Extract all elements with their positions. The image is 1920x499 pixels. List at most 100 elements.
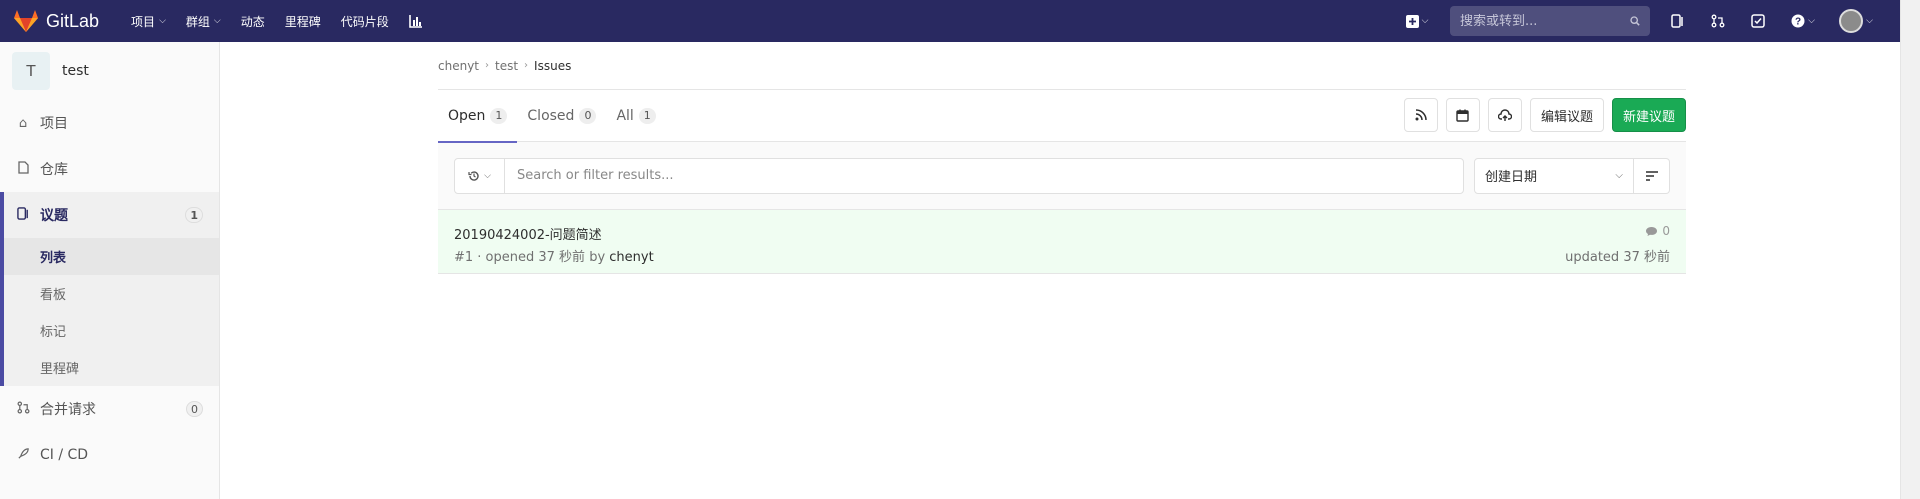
sort-lowest-icon [1645, 170, 1658, 181]
issue-row[interactable]: 20190424002-问题简述 #1 · opened 37 秒前 by ch… [438, 210, 1686, 274]
nav-milestones-label: 里程碑 [284, 14, 321, 29]
tab-all[interactable]: All 1 [606, 90, 665, 142]
edit-issues-button[interactable]: 编辑议题 [1529, 98, 1604, 132]
project-name: test [62, 63, 89, 79]
sort-label: 创建日期 [1485, 170, 1538, 185]
sidebar-subitem-boards[interactable]: 看板 [4, 275, 219, 312]
tab-count-badge: 0 [579, 107, 597, 124]
issue-title[interactable]: 20190424002-问题简述 [454, 224, 602, 243]
cloud-upload-icon [1497, 108, 1512, 121]
nav-activity[interactable]: 动态 [231, 0, 275, 42]
sort-dropdown[interactable]: 创建日期 ⌵ [1474, 157, 1634, 194]
project-header[interactable]: T test [0, 42, 219, 100]
sidebar-subitem-list[interactable]: 列表 [4, 238, 219, 275]
issues-nav-button[interactable] [1658, 0, 1698, 42]
breadcrumb: chenyt › test › Issues [438, 42, 1686, 90]
chevron-down-icon: ⌵ [1866, 16, 1873, 26]
filter-search-input[interactable] [505, 158, 1463, 193]
sidebar-item-issues[interactable]: 议题 1 [4, 192, 219, 238]
chevron-right-icon: › [524, 60, 529, 71]
tab-open[interactable]: Open 1 [438, 90, 518, 143]
calendar-icon [1456, 109, 1470, 122]
new-dropdown-button[interactable]: ⌵ [1392, 0, 1442, 42]
nav-right: ⌵ 搜索或转到... ? ⌵ ⌵ [1392, 0, 1900, 42]
sidebar-item-label: 仓库 [40, 162, 68, 178]
import-button[interactable] [1487, 98, 1522, 132]
tab-label: All [616, 107, 634, 124]
issue-updated: updated 37 秒前 [1565, 250, 1670, 265]
issue-meta-prefix: #1 · opened 37 秒前 by [454, 250, 610, 265]
help-icon: ? [1791, 14, 1805, 28]
issues-icon [16, 206, 30, 224]
project-sidebar: T test ⌂ 项目 仓库 议题 1 列表 看板 标记 里程碑 合并请求 0 [0, 42, 220, 499]
plus-square-icon [1405, 14, 1419, 28]
nav-groups[interactable]: 群组 ⌵ [176, 0, 231, 42]
issues-icon [1671, 14, 1683, 28]
sidebar-item-repository[interactable]: 仓库 [0, 146, 219, 192]
chart-icon [408, 15, 422, 28]
issues-count-badge: 1 [185, 207, 203, 223]
issue-comments[interactable]: 0 [1645, 224, 1670, 238]
chevron-down-icon: ⌵ [484, 170, 491, 181]
breadcrumb-item-namespace[interactable]: chenyt [438, 59, 479, 73]
user-menu-button[interactable]: ⌵ [1828, 0, 1884, 42]
nav-projects[interactable]: 项目 ⌵ [121, 0, 176, 42]
gitlab-logo-icon [14, 10, 38, 32]
issue-comment-count: 0 [1662, 224, 1670, 238]
help-dropdown-button[interactable]: ? ⌵ [1778, 0, 1828, 42]
tab-count-badge: 1 [490, 107, 508, 124]
sidebar-item-project[interactable]: ⌂ 项目 [0, 100, 219, 146]
search-icon [1630, 16, 1640, 26]
main-content: chenyt › test › Issues Open 1 Closed 0 A… [438, 42, 1686, 274]
rocket-icon [16, 447, 30, 464]
sidebar-item-merge-requests[interactable]: 合并请求 0 [0, 386, 219, 432]
nav-activity-label: 动态 [240, 14, 265, 29]
tab-closed[interactable]: Closed 0 [517, 90, 606, 142]
issue-state-tabs: Open 1 Closed 0 All 1 编辑议题 新建议题 [438, 90, 1686, 143]
chevron-down-icon: ⌵ [1808, 16, 1815, 26]
user-avatar [1839, 9, 1864, 33]
chevron-right-icon: › [485, 60, 489, 71]
rss-button[interactable] [1403, 98, 1438, 132]
document-icon [16, 160, 30, 178]
nav-snippets[interactable]: 代码片段 [331, 0, 399, 42]
sidebar-subitem-labels[interactable]: 标记 [4, 312, 219, 349]
sidebar-item-label: CI / CD [40, 447, 89, 463]
history-icon [468, 170, 479, 181]
chevron-down-icon: ⌵ [213, 16, 221, 26]
chevron-down-icon: ⌵ [1615, 170, 1623, 181]
page-scrollbar[interactable] [1900, 0, 1920, 499]
search-input[interactable] [1460, 13, 1630, 29]
project-avatar: T [12, 52, 50, 90]
nav-menu: 项目 ⌵ 群组 ⌵ 动态 里程碑 代码片段 [121, 0, 433, 42]
sort-direction-button[interactable] [1634, 157, 1670, 194]
recent-searches-button[interactable]: ⌵ [455, 158, 505, 193]
nav-milestones[interactable]: 里程碑 [275, 0, 331, 42]
chevron-down-icon: ⌵ [159, 16, 166, 26]
todos-nav-button[interactable] [1738, 0, 1778, 42]
tab-label: Closed [527, 107, 575, 124]
rss-icon [1415, 109, 1427, 121]
nav-chart[interactable] [399, 0, 433, 42]
search-box[interactable] [1450, 6, 1650, 36]
filtered-search: ⌵ [454, 157, 1464, 194]
sidebar-group-issues: 议题 1 列表 看板 标记 里程碑 [0, 192, 219, 386]
brand[interactable]: GitLab [14, 10, 99, 32]
breadcrumb-item-project[interactable]: test [495, 59, 518, 73]
comments-icon [1646, 226, 1658, 236]
issue-meta: #1 · opened 37 秒前 by chenyt [454, 246, 654, 265]
sort-controls: 创建日期 ⌵ [1474, 157, 1670, 194]
sidebar-item-label: 合并请求 [40, 402, 96, 418]
nav-snippets-label: 代码片段 [340, 14, 389, 29]
tab-label: Open [448, 107, 486, 124]
filter-bar: ⌵ 创建日期 ⌵ [438, 142, 1686, 210]
sidebar-item-cicd[interactable]: CI / CD [0, 432, 219, 478]
breadcrumb-item-current[interactable]: Issues [534, 59, 571, 73]
issue-author-link[interactable]: chenyt [609, 250, 653, 265]
merge-request-icon [1711, 14, 1725, 28]
new-issue-button[interactable]: 新建议题 [1611, 98, 1686, 132]
sidebar-subitem-milestones[interactable]: 里程碑 [4, 349, 219, 386]
merge-request-icon [16, 401, 30, 418]
calendar-button[interactable] [1445, 98, 1480, 132]
merge-requests-nav-button[interactable] [1698, 0, 1738, 42]
